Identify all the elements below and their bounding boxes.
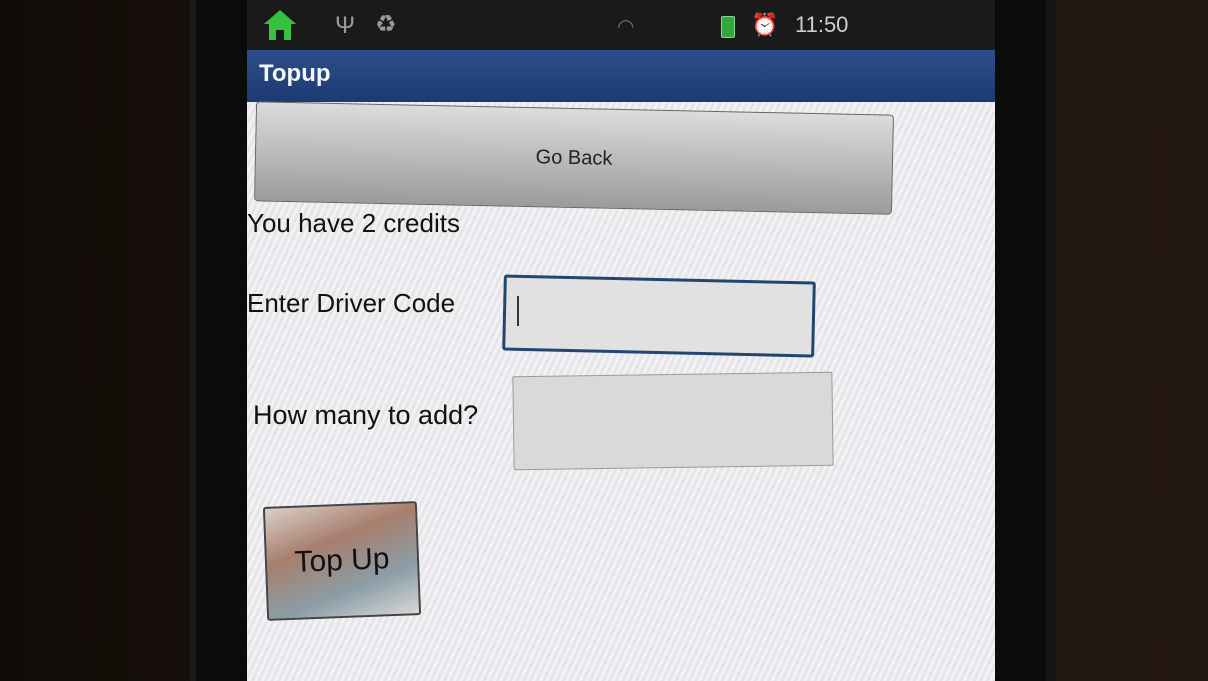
credits-text: You have 2 credits <box>247 208 460 238</box>
add-amount-input[interactable] <box>512 371 834 471</box>
phone-screen: Ψ ♻ ◠ ⏰ 11:50 Topup Go Back You have 2 c… <box>247 0 995 681</box>
status-bar: Ψ ♻ ◠ ⏰ 11:50 <box>247 0 995 50</box>
title-bar: Topup <box>247 50 995 102</box>
go-back-button[interactable]: Go Back <box>254 101 894 215</box>
page-title: Topup <box>259 60 331 87</box>
usb-icon: Ψ <box>335 12 356 39</box>
status-clock: 11:50 <box>795 12 849 37</box>
add-amount-label: How many to add? <box>253 400 479 430</box>
driver-code-input[interactable] <box>502 274 816 358</box>
top-up-button[interactable]: Top Up <box>262 501 422 621</box>
recycle-icon: ♻ <box>375 11 397 38</box>
home-icon <box>264 10 296 40</box>
driver-code-label: Enter Driver Code <box>247 288 456 318</box>
wifi-icon: ◠ <box>617 16 635 38</box>
alarm-icon: ⏰ <box>751 12 779 37</box>
text-cursor <box>517 296 519 326</box>
battery-icon <box>721 16 735 38</box>
